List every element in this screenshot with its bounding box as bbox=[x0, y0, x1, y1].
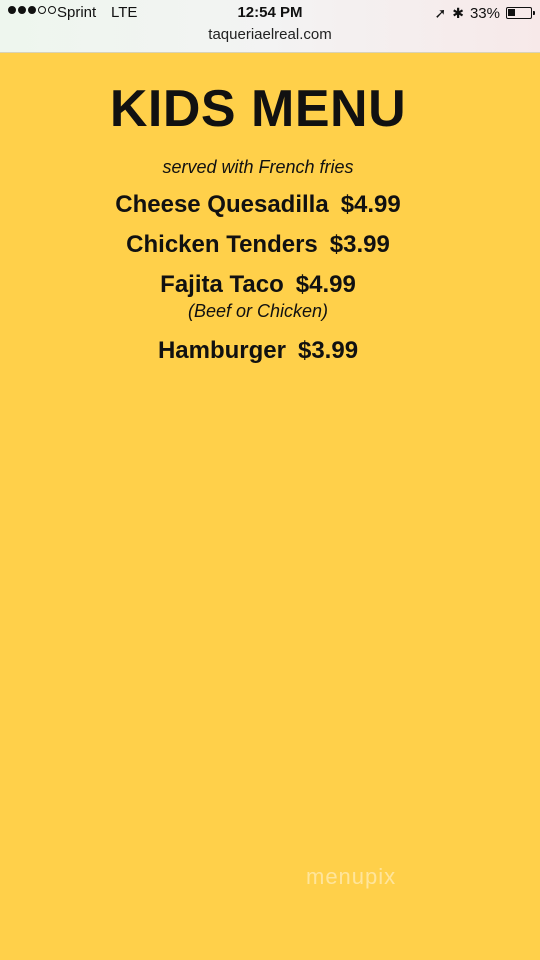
address-bar-url[interactable]: taqueriaelreal.com bbox=[0, 26, 540, 43]
item-name: Fajita Taco bbox=[160, 271, 284, 298]
item-name: Hamburger bbox=[157, 337, 286, 364]
item-name: Chicken Tenders bbox=[126, 231, 318, 258]
menu-item: Chicken Tenders $3.99 bbox=[0, 230, 516, 260]
item-price: $4.99 bbox=[340, 191, 401, 218]
item-price: $3.99 bbox=[297, 337, 359, 364]
watermark-logo: menupix bbox=[306, 864, 397, 889]
location-arrow-icon: ➚ bbox=[434, 5, 447, 21]
bluetooth-icon: ✱ bbox=[452, 5, 464, 21]
menu-subtitle: served with French fries bbox=[162, 157, 354, 177]
battery-icon bbox=[506, 7, 535, 19]
battery-level-fill bbox=[508, 9, 515, 16]
battery-percent: 33% bbox=[469, 4, 500, 22]
menu-title: KIDS MENU bbox=[109, 80, 407, 138]
browser-top-bar: Sprint LTE 12:54 PM ➚ ✱ 33% taqueriaelre… bbox=[0, 0, 540, 53]
item-price: $4.99 bbox=[295, 271, 356, 298]
status-right-group: ➚ ✱ 33% bbox=[434, 4, 535, 22]
menu-item: Fajita Taco $4.99 bbox=[0, 270, 516, 300]
item-note: (Beef or Chicken) bbox=[187, 301, 329, 321]
kids-menu: KIDS MENU served with French fries Chees… bbox=[0, 52, 516, 366]
menu-item: Hamburger $3.99 bbox=[0, 336, 516, 366]
item-name: Cheese Quesadilla bbox=[115, 191, 329, 218]
item-price: $3.99 bbox=[329, 231, 390, 258]
menu-item: Cheese Quesadilla $4.99 bbox=[0, 190, 516, 220]
status-bar: Sprint LTE 12:54 PM ➚ ✱ 33% bbox=[0, 4, 540, 24]
